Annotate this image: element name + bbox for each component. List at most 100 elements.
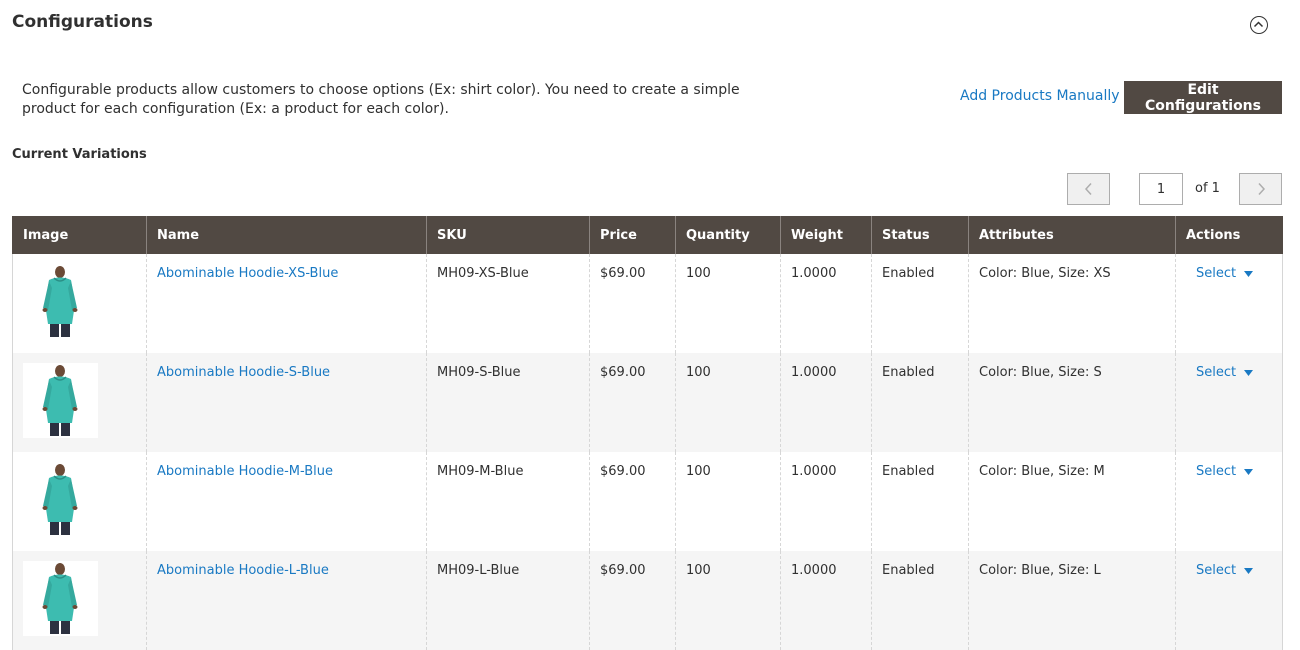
cell-status: Enabled — [871, 254, 969, 353]
add-products-manually-link[interactable]: Add Products Manually — [960, 88, 1120, 104]
cell-attributes: Color: Blue, Size: L — [968, 551, 1176, 650]
cell-image — [12, 254, 147, 353]
cell-price-value: $69.00 — [600, 365, 646, 380]
chevron-up-icon — [1253, 21, 1264, 28]
cell-quantity: 100 — [675, 551, 781, 650]
pager-prev-button[interactable] — [1067, 173, 1110, 205]
cell-price-value: $69.00 — [600, 464, 646, 479]
cell-sku-value: MH09-XS-Blue — [437, 266, 529, 281]
cell-price: $69.00 — [589, 551, 676, 650]
table-row: Abominable Hoodie-L-Blue MH09-L-Blue $69.0… — [12, 551, 1283, 650]
product-name-link[interactable]: Abominable Hoodie-XS-Blue — [157, 266, 338, 281]
collapse-section-button[interactable] — [1250, 16, 1268, 34]
column-header-status: Status — [871, 216, 969, 254]
cell-price-value: $69.00 — [600, 563, 646, 578]
edit-configurations-button[interactable]: Edit Configurations — [1124, 81, 1282, 114]
select-action-dropdown[interactable]: Select — [1186, 365, 1254, 380]
cell-sku-value: MH09-S-Blue — [437, 365, 521, 380]
cell-attributes: Color: Blue, Size: S — [968, 353, 1176, 452]
cell-image — [12, 452, 147, 551]
product-name-link[interactable]: Abominable Hoodie-M-Blue — [157, 464, 333, 479]
cell-status: Enabled — [871, 452, 969, 551]
cell-attributes-value: Color: Blue, Size: M — [979, 464, 1105, 479]
select-action-label: Select — [1196, 266, 1237, 281]
cell-price: $69.00 — [589, 254, 676, 353]
product-thumbnail[interactable] — [23, 462, 98, 537]
cell-sku-value: MH09-L-Blue — [437, 563, 520, 578]
product-thumbnail[interactable] — [23, 363, 98, 438]
cell-sku: MH09-XS-Blue — [426, 254, 590, 353]
select-action-dropdown[interactable]: Select — [1186, 563, 1254, 578]
select-action-dropdown[interactable]: Select — [1186, 266, 1254, 281]
cell-actions: Select — [1175, 353, 1283, 452]
cell-attributes-value: Color: Blue, Size: L — [979, 563, 1101, 578]
cell-image — [12, 353, 147, 452]
cell-quantity: 100 — [675, 353, 781, 452]
column-header-name: Name — [146, 216, 427, 254]
product-thumbnail[interactable] — [23, 264, 98, 339]
cell-quantity-value: 100 — [686, 464, 711, 479]
cell-quantity: 100 — [675, 452, 781, 551]
cell-status-value: Enabled — [882, 464, 935, 479]
section-description: Configurable products allow customers to… — [22, 82, 740, 117]
variations-table: Image Name SKU Price Quantity Weight Status Att… — [12, 216, 1283, 650]
column-header-image: Image — [12, 216, 147, 254]
table-row: Abominable Hoodie-XS-Blue MH09-XS-Blue $69… — [12, 254, 1283, 353]
caret-down-icon — [1244, 270, 1254, 277]
cell-weight-value: 1.0000 — [791, 464, 837, 479]
product-name-link[interactable]: Abominable Hoodie-S-Blue — [157, 365, 330, 380]
cell-quantity-value: 100 — [686, 365, 711, 380]
cell-sku: MH09-L-Blue — [426, 551, 590, 650]
cell-weight: 1.0000 — [780, 452, 872, 551]
cell-actions: Select — [1175, 551, 1283, 650]
cell-price-value: $69.00 — [600, 266, 646, 281]
cell-weight: 1.0000 — [780, 254, 872, 353]
cell-name: Abominable Hoodie-M-Blue — [146, 452, 427, 551]
cell-price: $69.00 — [589, 353, 676, 452]
caret-down-icon — [1244, 567, 1254, 574]
cell-name: Abominable Hoodie-XS-Blue — [146, 254, 427, 353]
cell-weight: 1.0000 — [780, 353, 872, 452]
table-row: Abominable Hoodie-S-Blue MH09-S-Blue $69.0… — [12, 353, 1283, 452]
cell-attributes: Color: Blue, Size: M — [968, 452, 1176, 551]
cell-weight: 1.0000 — [780, 551, 872, 650]
select-action-label: Select — [1196, 563, 1237, 578]
cell-attributes-value: Color: Blue, Size: XS — [979, 266, 1111, 281]
cell-sku: MH09-S-Blue — [426, 353, 590, 452]
cell-status: Enabled — [871, 551, 969, 650]
cell-sku-value: MH09-M-Blue — [437, 464, 524, 479]
product-thumbnail[interactable] — [23, 561, 98, 636]
column-header-sku: SKU — [426, 216, 590, 254]
cell-weight-value: 1.0000 — [791, 365, 837, 380]
cell-name: Abominable Hoodie-S-Blue — [146, 353, 427, 452]
select-action-label: Select — [1196, 464, 1237, 479]
pager-page-input[interactable] — [1139, 173, 1183, 205]
table-row: Abominable Hoodie-M-Blue MH09-M-Blue $69.0… — [12, 452, 1283, 551]
pager-total-label: of 1 — [1195, 181, 1220, 196]
cell-image — [12, 551, 147, 650]
cell-price: $69.00 — [589, 452, 676, 551]
cell-status: Enabled — [871, 353, 969, 452]
section-title: Configurations — [12, 12, 153, 32]
table-header-row: Image Name SKU Price Quantity Weight Status Att… — [12, 216, 1283, 254]
cell-status-value: Enabled — [882, 563, 935, 578]
cell-name: Abominable Hoodie-L-Blue — [146, 551, 427, 650]
cell-actions: Select — [1175, 254, 1283, 353]
select-action-dropdown[interactable]: Select — [1186, 464, 1254, 479]
cell-quantity-value: 100 — [686, 266, 711, 281]
select-action-label: Select — [1196, 365, 1237, 380]
cell-weight-value: 1.0000 — [791, 266, 837, 281]
column-header-quantity: Quantity — [675, 216, 781, 254]
cell-status-value: Enabled — [882, 365, 935, 380]
chevron-right-icon — [1257, 182, 1265, 196]
cell-weight-value: 1.0000 — [791, 563, 837, 578]
cell-sku: MH09-M-Blue — [426, 452, 590, 551]
column-header-price: Price — [589, 216, 676, 254]
column-header-actions: Actions — [1175, 216, 1283, 254]
cell-attributes-value: Color: Blue, Size: S — [979, 365, 1102, 380]
cell-quantity-value: 100 — [686, 563, 711, 578]
pager-next-button[interactable] — [1239, 173, 1282, 205]
cell-actions: Select — [1175, 452, 1283, 551]
product-name-link[interactable]: Abominable Hoodie-L-Blue — [157, 563, 329, 578]
column-header-attributes: Attributes — [968, 216, 1176, 254]
